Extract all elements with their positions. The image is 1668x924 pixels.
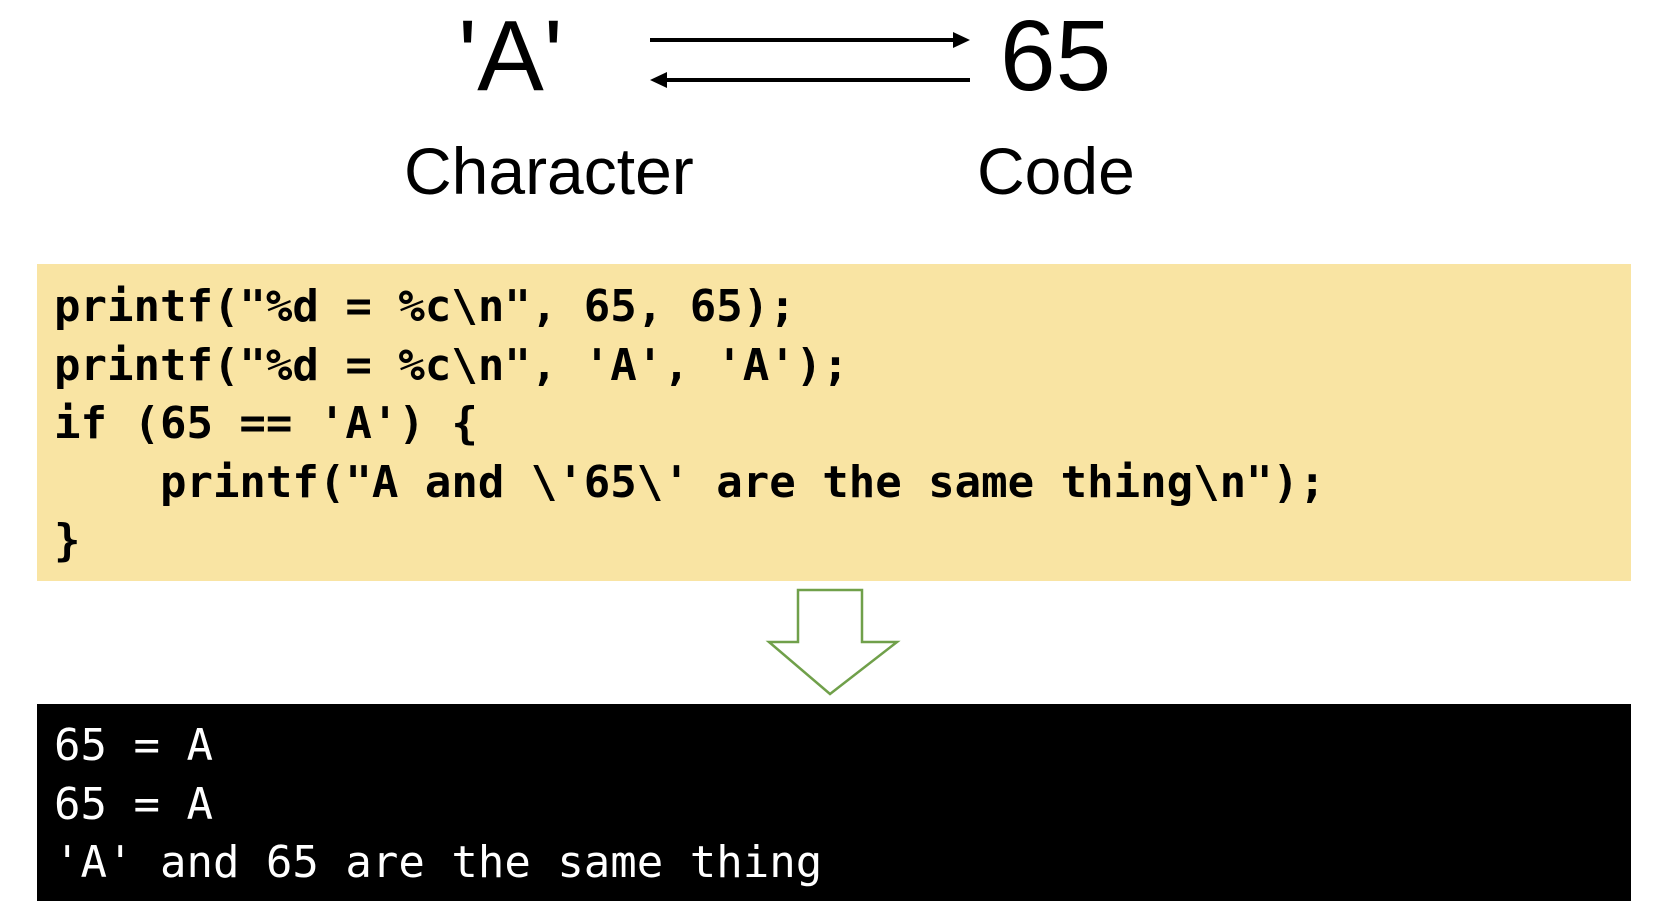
code-line: printf("%d = %c\n", 65, 65);	[54, 281, 796, 332]
program-output-block: 65 = A 65 = A 'A' and 65 are the same th…	[37, 704, 1631, 901]
right-arrow-icon	[650, 32, 970, 48]
code-line: if (65 == 'A') {	[54, 398, 478, 449]
code-line: }	[54, 515, 81, 566]
source-code-block: printf("%d = %c\n", 65, 65); printf("%d …	[37, 264, 1631, 581]
character-value: 'A'	[458, 0, 563, 112]
left-arrow-icon	[650, 72, 970, 88]
character-label: Character	[404, 134, 694, 208]
code-label: Code	[977, 134, 1135, 208]
code-line: printf("%d = %c\n", 'A', 'A');	[54, 339, 849, 391]
output-line: 65 = A	[54, 720, 213, 771]
code-value: 65	[1000, 0, 1112, 112]
down-arrow-icon	[765, 588, 901, 696]
code-line: printf("A and \'65\' are the same thing\…	[54, 456, 1326, 508]
output-line: 65 = A	[54, 778, 213, 830]
bidirectional-arrows	[650, 32, 970, 88]
output-line: 'A' and 65 are the same thing	[54, 837, 823, 888]
